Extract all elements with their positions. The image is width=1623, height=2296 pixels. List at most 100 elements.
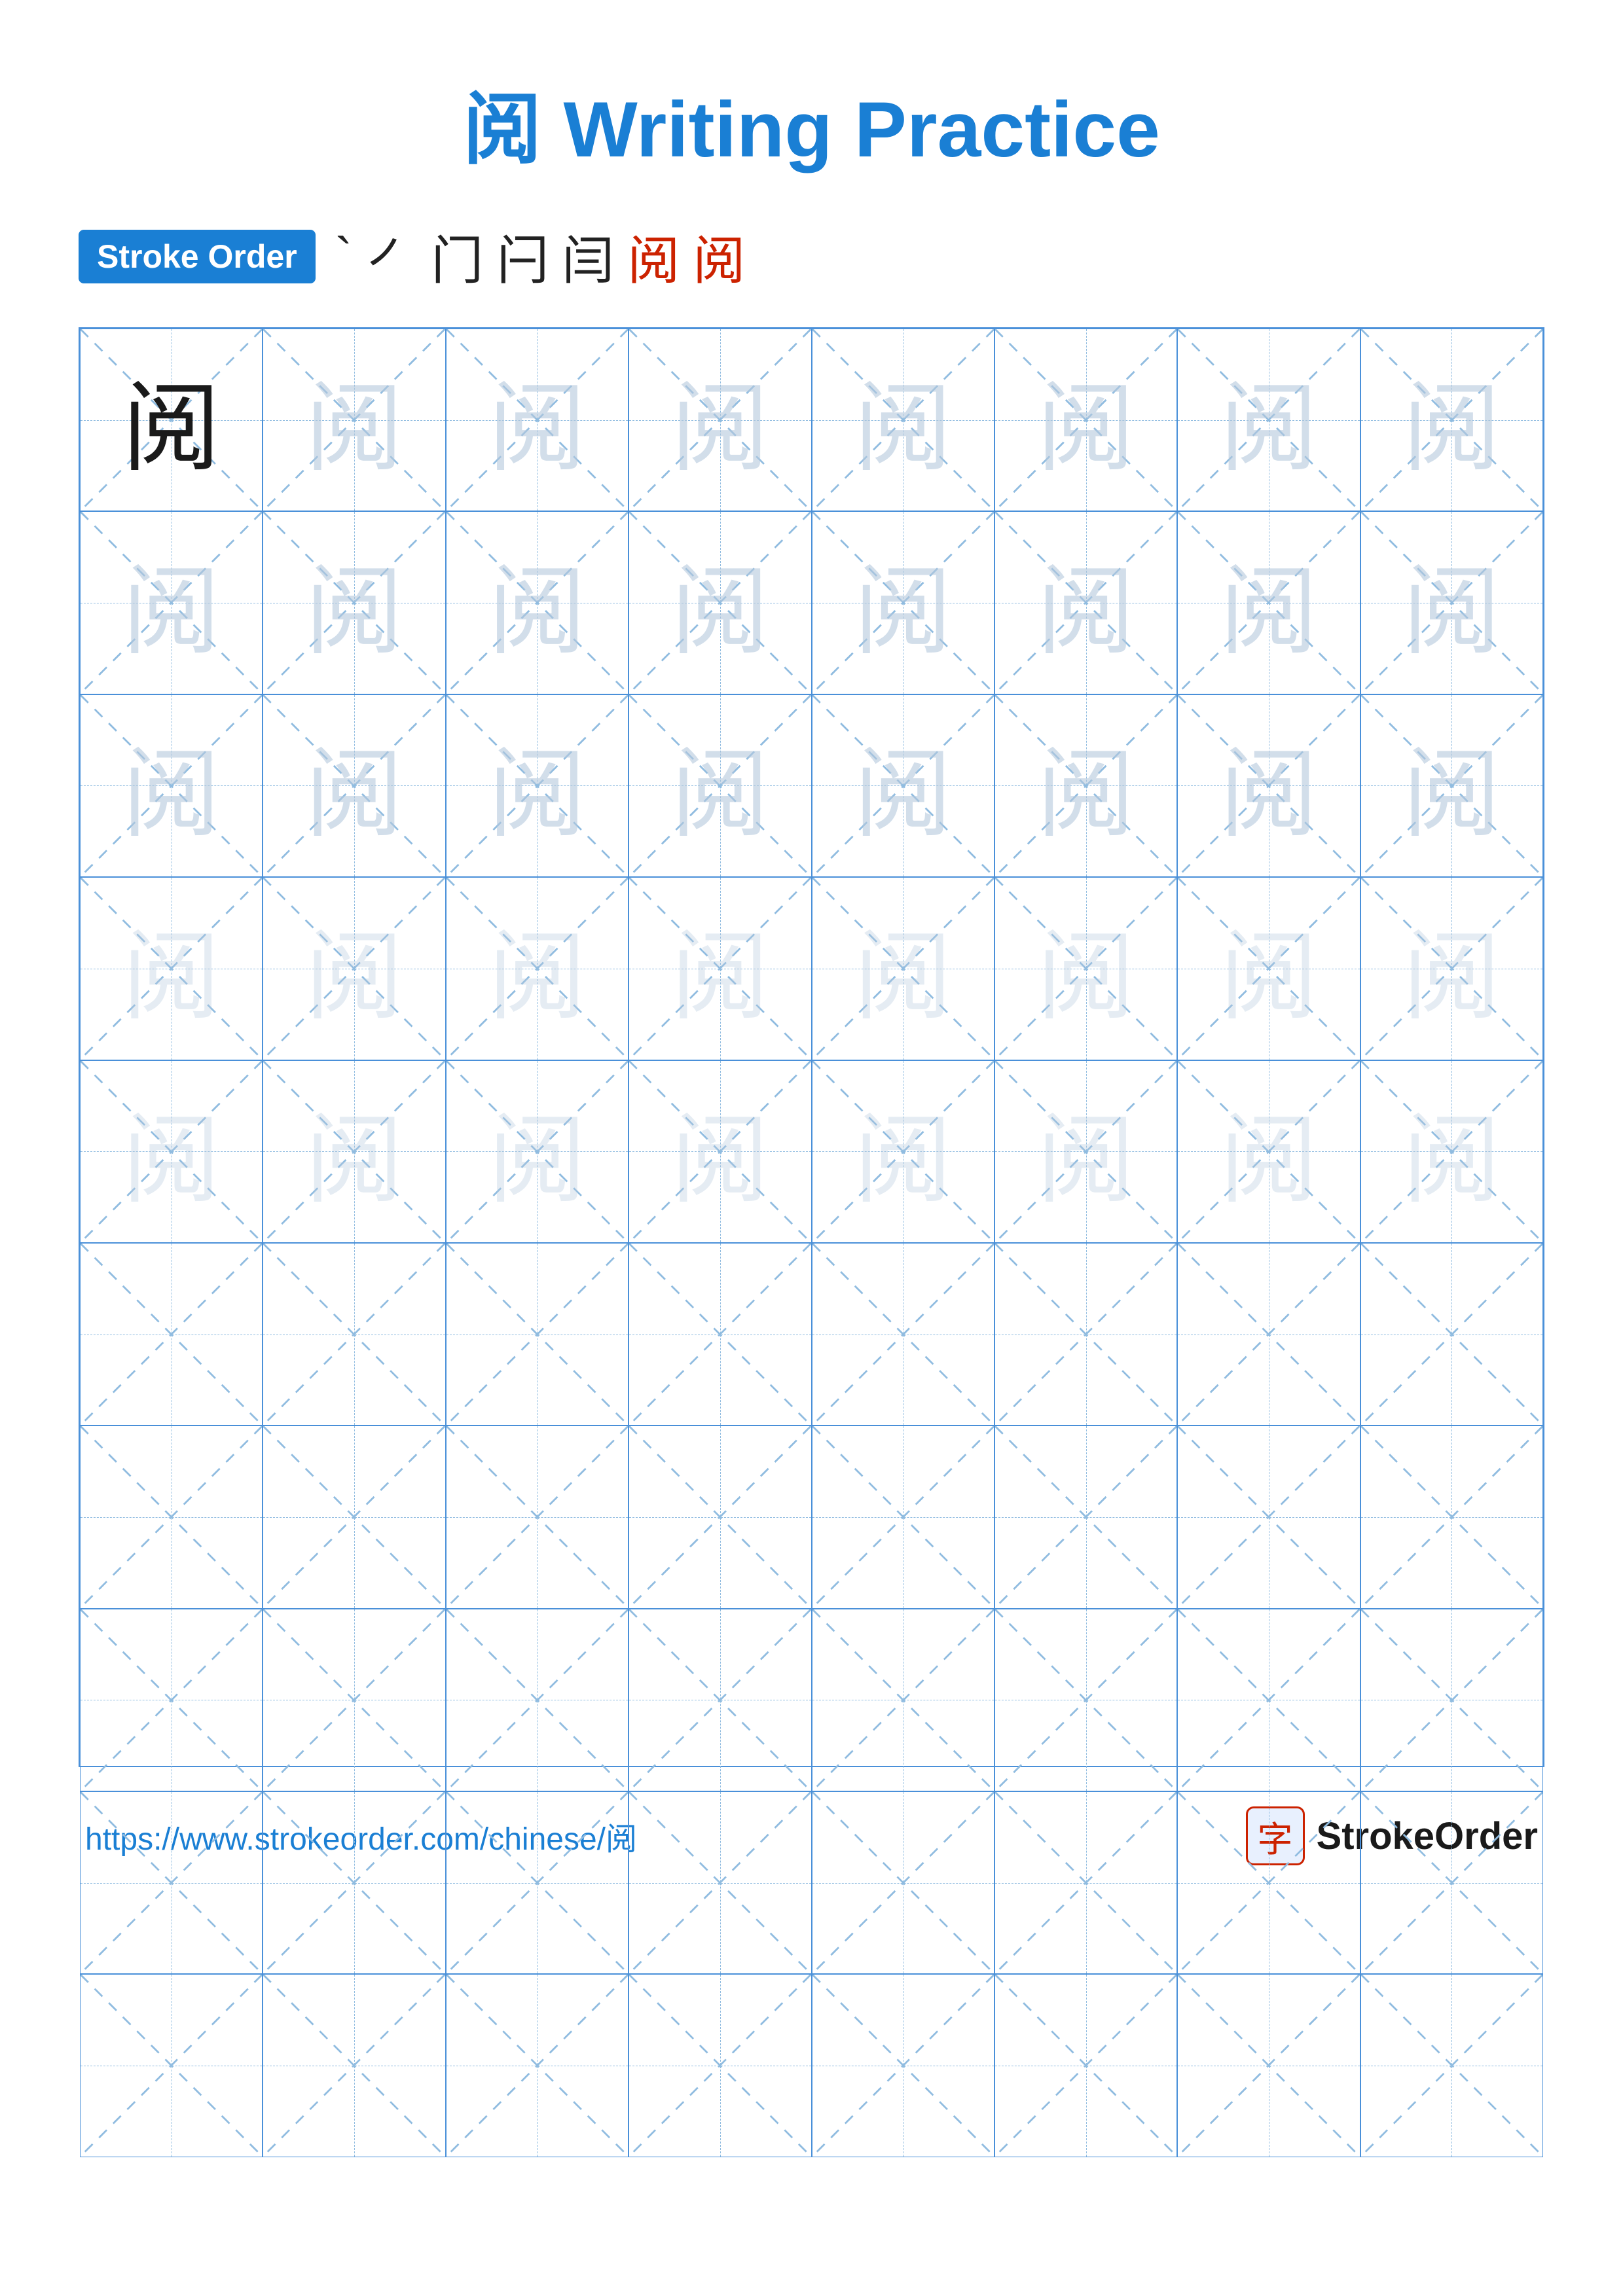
practice-char: 阅 (1361, 512, 1542, 693)
grid-cell[interactable] (446, 1426, 629, 1608)
grid-cell[interactable]: 阅 (263, 1060, 445, 1243)
grid-cell[interactable] (446, 1791, 629, 1974)
grid-cell[interactable]: 阅 (263, 694, 445, 877)
grid-cell[interactable] (994, 1974, 1177, 2157)
grid-cell[interactable]: 阅 (446, 329, 629, 511)
practice-char: 阅 (447, 878, 628, 1059)
practice-char: 阅 (263, 878, 445, 1059)
grid-cell[interactable]: 阅 (1177, 511, 1360, 694)
grid-cell[interactable] (629, 1974, 811, 2157)
grid-cell[interactable]: 阅 (1177, 877, 1360, 1060)
grid-cell[interactable] (263, 1974, 445, 2157)
practice-char: 阅 (1361, 878, 1542, 1059)
grid-cell[interactable] (263, 1243, 445, 1426)
grid-cell[interactable] (446, 1609, 629, 1791)
grid-cell[interactable] (994, 1609, 1177, 1791)
grid-cell[interactable] (812, 1974, 994, 2157)
stroke-5: 闫 (562, 219, 614, 295)
grid-cell[interactable]: 阅 (263, 877, 445, 1060)
practice-char: 阅 (263, 329, 445, 511)
grid-cell[interactable] (80, 1791, 263, 1974)
grid-cell[interactable] (446, 1974, 629, 2157)
grid-cell[interactable]: 阅 (446, 694, 629, 877)
grid-cell[interactable]: 阅 (994, 1060, 1177, 1243)
grid-cell[interactable]: 阅 (1360, 1060, 1543, 1243)
grid-cell[interactable] (812, 1243, 994, 1426)
practice-char: 阅 (81, 878, 262, 1059)
grid-cell[interactable] (1177, 1426, 1360, 1608)
grid-cell[interactable]: 阅 (80, 1060, 263, 1243)
practice-char: 阅 (447, 695, 628, 876)
stroke-4: 闩 (496, 219, 549, 295)
grid-cell[interactable]: 阅 (994, 694, 1177, 877)
grid-cell[interactable]: 阅 (263, 511, 445, 694)
grid-cell[interactable]: 阅 (629, 511, 811, 694)
practice-char: 阅 (1178, 329, 1359, 511)
grid-cell[interactable] (994, 1243, 1177, 1426)
grid-cell[interactable] (1360, 1791, 1543, 1974)
grid-cell[interactable] (629, 1609, 811, 1791)
grid-cell[interactable]: 阅 (812, 877, 994, 1060)
grid-cell[interactable]: 阅 (1360, 329, 1543, 511)
grid-cell[interactable]: 阅 (446, 877, 629, 1060)
grid-cell[interactable] (1177, 1791, 1360, 1974)
practice-char: 阅 (1361, 1061, 1542, 1242)
grid-cell[interactable] (629, 1243, 811, 1426)
grid-cell[interactable] (629, 1791, 811, 1974)
grid-cell[interactable]: 阅 (812, 694, 994, 877)
grid-cell[interactable]: 阅 (812, 329, 994, 511)
grid-cell[interactable]: 阅 (1360, 694, 1543, 877)
grid-cell[interactable]: 阅 (812, 1060, 994, 1243)
grid-cell[interactable] (263, 1791, 445, 1974)
grid-cell[interactable]: 阅 (629, 1060, 811, 1243)
grid-cell[interactable] (1360, 1426, 1543, 1608)
grid-cell[interactable]: 阅 (80, 511, 263, 694)
title-char: 阅 (463, 86, 541, 173)
grid-cell[interactable] (1177, 1974, 1360, 2157)
grid-cell[interactable] (80, 1243, 263, 1426)
grid-cell[interactable]: 阅 (1360, 877, 1543, 1060)
grid-cell[interactable]: 阅 (1177, 329, 1360, 511)
grid-cell[interactable] (80, 1426, 263, 1608)
practice-char: 阅 (447, 329, 628, 511)
grid-cell[interactable] (80, 1609, 263, 1791)
grid-cell[interactable] (1360, 1974, 1543, 2157)
grid-cell[interactable]: 阅 (80, 694, 263, 877)
grid-cell[interactable] (994, 1426, 1177, 1608)
grid-cell[interactable] (812, 1426, 994, 1608)
grid-cell[interactable]: 阅 (994, 511, 1177, 694)
grid-cell[interactable] (1360, 1609, 1543, 1791)
grid-cell[interactable]: 阅 (629, 694, 811, 877)
grid-cell[interactable] (1360, 1243, 1543, 1426)
practice-char: 阅 (1361, 695, 1542, 876)
grid-cell[interactable]: 阅 (629, 329, 811, 511)
grid-cell[interactable]: 阅 (1177, 694, 1360, 877)
practice-char: 阅 (812, 1061, 994, 1242)
grid-cell[interactable]: 阅 (446, 1060, 629, 1243)
grid-cell[interactable]: 阅 (812, 511, 994, 694)
grid-cell[interactable] (446, 1243, 629, 1426)
grid-cell[interactable] (812, 1609, 994, 1791)
grid-cell[interactable] (994, 1791, 1177, 1974)
practice-grid: 阅阅阅阅阅阅阅阅阅阅阅阅阅阅阅阅阅阅阅阅阅阅阅阅阅阅阅阅阅阅阅阅阅阅阅阅阅阅阅阅 (79, 327, 1544, 1767)
grid-cell[interactable]: 阅 (446, 511, 629, 694)
grid-cell[interactable]: 阅 (1177, 1060, 1360, 1243)
grid-cell[interactable] (263, 1609, 445, 1791)
grid-cell[interactable]: 阅 (80, 877, 263, 1060)
page-title: 阅 Writing Practice (79, 65, 1544, 179)
grid-cell[interactable] (263, 1426, 445, 1608)
grid-cell[interactable] (629, 1426, 811, 1608)
grid-cell[interactable] (812, 1791, 994, 1974)
grid-cell[interactable]: 阅 (80, 329, 263, 511)
grid-cell[interactable] (1177, 1609, 1360, 1791)
grid-cell[interactable]: 阅 (1360, 511, 1543, 694)
grid-cell[interactable]: 阅 (994, 329, 1177, 511)
practice-char: 阅 (81, 1061, 262, 1242)
stroke-1: ` (335, 226, 353, 287)
grid-cell[interactable] (1177, 1243, 1360, 1426)
grid-cell[interactable]: 阅 (629, 877, 811, 1060)
grid-cell[interactable]: 阅 (994, 877, 1177, 1060)
practice-char: 阅 (995, 512, 1176, 693)
grid-cell[interactable] (80, 1974, 263, 2157)
grid-cell[interactable]: 阅 (263, 329, 445, 511)
